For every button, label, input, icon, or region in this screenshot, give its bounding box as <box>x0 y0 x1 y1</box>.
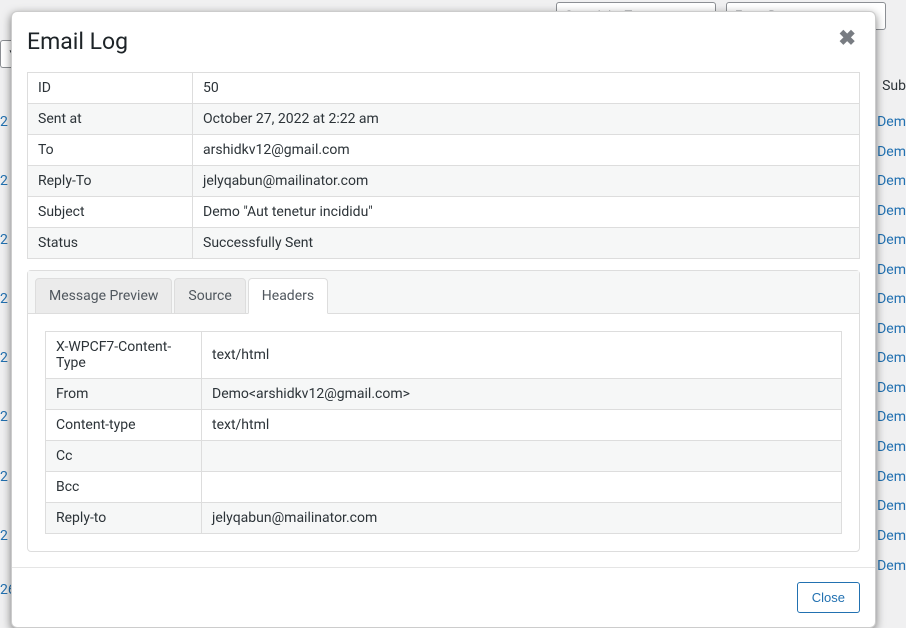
info-label: Sent at <box>28 103 193 134</box>
table-row: Content-type text/html <box>46 409 842 440</box>
info-value: jelyqabun@mailinator.com <box>193 165 860 196</box>
header-label: Content-type <box>46 409 202 440</box>
info-value: October 27, 2022 at 2:22 am <box>193 103 860 134</box>
table-row: Reply-To jelyqabun@mailinator.com <box>28 165 860 196</box>
tabs-container: Message Preview Source Headers X-WPCF7-C… <box>27 270 860 552</box>
info-value: arshidkv12@gmail.com <box>193 134 860 165</box>
table-row: Bcc <box>46 471 842 502</box>
table-row: Sent at October 27, 2022 at 2:22 am <box>28 103 860 134</box>
header-label: From <box>46 378 202 409</box>
tab-source[interactable]: Source <box>174 278 245 314</box>
info-value: 50 <box>193 72 860 103</box>
info-label: To <box>28 134 193 165</box>
table-row: To arshidkv12@gmail.com <box>28 134 860 165</box>
modal-overlay: Email Log ✖ ID 50 Sent at October 27, 20… <box>0 0 906 593</box>
table-row: Reply-to jelyqabun@mailinator.com <box>46 502 842 533</box>
header-value <box>202 471 842 502</box>
header-label: Reply-to <box>46 502 202 533</box>
header-value: text/html <box>202 331 842 378</box>
email-log-modal: Email Log ✖ ID 50 Sent at October 27, 20… <box>11 11 876 628</box>
info-label: ID <box>28 72 193 103</box>
tabs-nav: Message Preview Source Headers <box>28 271 859 314</box>
header-value: Demo<arshidkv12@gmail.com> <box>202 378 842 409</box>
info-value: Successfully Sent <box>193 227 860 258</box>
modal-footer: Close <box>12 567 875 627</box>
modal-header: Email Log ✖ <box>12 12 875 72</box>
info-table: ID 50 Sent at October 27, 2022 at 2:22 a… <box>27 72 860 259</box>
header-label: X-WPCF7-Content-Type <box>46 331 202 378</box>
modal-title: Email Log <box>27 27 128 57</box>
table-row: Subject Demo "Aut tenetur incididu" <box>28 196 860 227</box>
info-value: Demo "Aut tenetur incididu" <box>193 196 860 227</box>
headers-table: X-WPCF7-Content-Type text/html From Demo… <box>45 331 842 534</box>
header-value: text/html <box>202 409 842 440</box>
info-label: Subject <box>28 196 193 227</box>
info-label: Status <box>28 227 193 258</box>
header-value <box>202 440 842 471</box>
modal-body: ID 50 Sent at October 27, 2022 at 2:22 a… <box>12 72 875 567</box>
header-label: Cc <box>46 440 202 471</box>
table-row: Status Successfully Sent <box>28 227 860 258</box>
header-value: jelyqabun@mailinator.com <box>202 502 842 533</box>
tab-headers[interactable]: Headers <box>248 278 328 314</box>
table-row: Cc <box>46 440 842 471</box>
tab-content-headers: X-WPCF7-Content-Type text/html From Demo… <box>28 314 859 551</box>
close-icon[interactable]: ✖ <box>834 29 860 50</box>
table-row: ID 50 <box>28 72 860 103</box>
close-button[interactable]: Close <box>797 582 860 613</box>
header-label: Bcc <box>46 471 202 502</box>
info-label: Reply-To <box>28 165 193 196</box>
tab-message-preview[interactable]: Message Preview <box>35 278 172 314</box>
table-row: X-WPCF7-Content-Type text/html <box>46 331 842 378</box>
table-row: From Demo<arshidkv12@gmail.com> <box>46 378 842 409</box>
